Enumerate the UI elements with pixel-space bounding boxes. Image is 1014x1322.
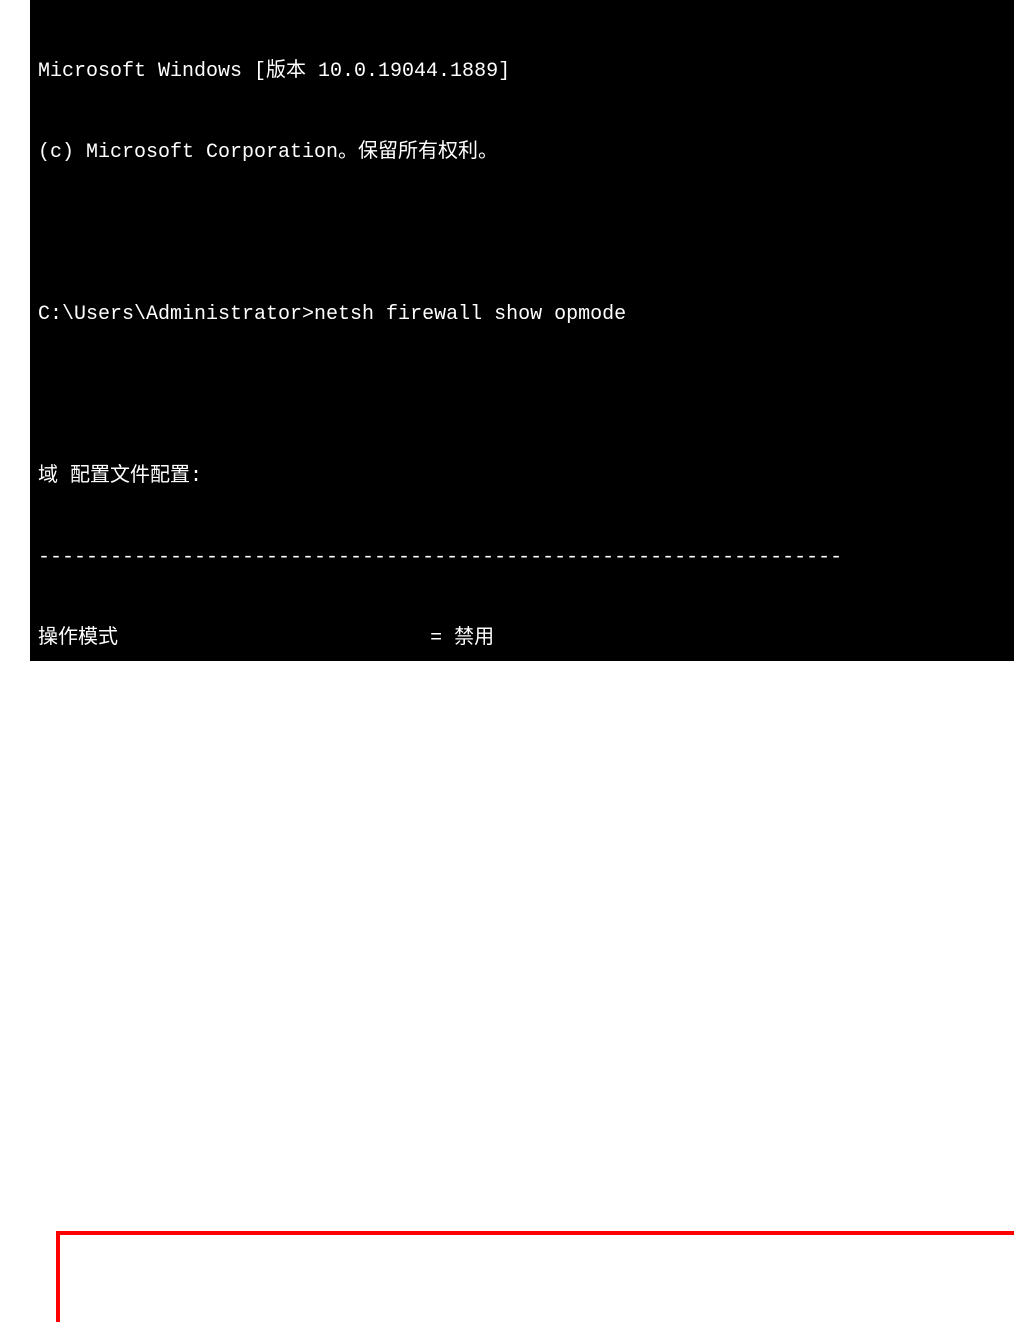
row-label: 例外模式 xyxy=(38,708,118,731)
row-pad xyxy=(118,1032,430,1055)
prompt-path: C:\Users\Administrator> xyxy=(38,303,314,326)
command-text: netsh firewall show opmode xyxy=(314,303,626,326)
row-pad xyxy=(118,627,430,650)
row-value: = 启用 xyxy=(430,708,494,731)
blank xyxy=(38,787,1006,814)
standard-exception-row: 例外模式 = 启用 xyxy=(38,1111,1006,1138)
deprecation-notice-box: 重要信息: 已成功执行命令。 但是，"netsh firewall" 已弃用； … xyxy=(56,1231,1014,1322)
separator-line: ----------------------------------------… xyxy=(38,949,1006,976)
command-prompt-terminal[interactable]: Microsoft Windows [版本 10.0.19044.1889] (… xyxy=(30,0,1014,661)
blank xyxy=(38,1192,1006,1202)
windows-version-line: Microsoft Windows [版本 10.0.19044.1889] xyxy=(38,58,1006,85)
domain-exception-row: 例外模式 = 启用 xyxy=(38,706,1006,733)
command-line-1: C:\Users\Administrator>netsh firewall sh… xyxy=(38,301,1006,328)
domain-opmode-row: 操作模式 = 禁用 xyxy=(38,625,1006,652)
row-label: 例外模式 xyxy=(38,1113,118,1136)
domain-profile-title: 域 配置文件配置: xyxy=(38,463,1006,490)
copyright-line: (c) Microsoft Corporation。保留所有权利。 xyxy=(38,139,1006,166)
standard-opmode-row: 操作模式 = 禁用 xyxy=(38,1030,1006,1057)
separator-line: ----------------------------------------… xyxy=(38,544,1006,571)
row-pad xyxy=(118,1113,430,1136)
standard-profile-title: 标准 配置文件配置(当前): xyxy=(38,868,1006,895)
blank xyxy=(38,382,1006,409)
row-value: = 启用 xyxy=(430,1113,494,1136)
row-value: = 禁用 xyxy=(430,627,494,650)
row-pad xyxy=(118,708,430,731)
row-label: 操作模式 xyxy=(38,627,118,650)
row-value: = 禁用 xyxy=(430,1032,494,1055)
row-label: 操作模式 xyxy=(38,1032,118,1055)
notice-line: 重要信息: 已成功执行命令。 xyxy=(66,1293,1014,1320)
blank xyxy=(38,220,1006,247)
